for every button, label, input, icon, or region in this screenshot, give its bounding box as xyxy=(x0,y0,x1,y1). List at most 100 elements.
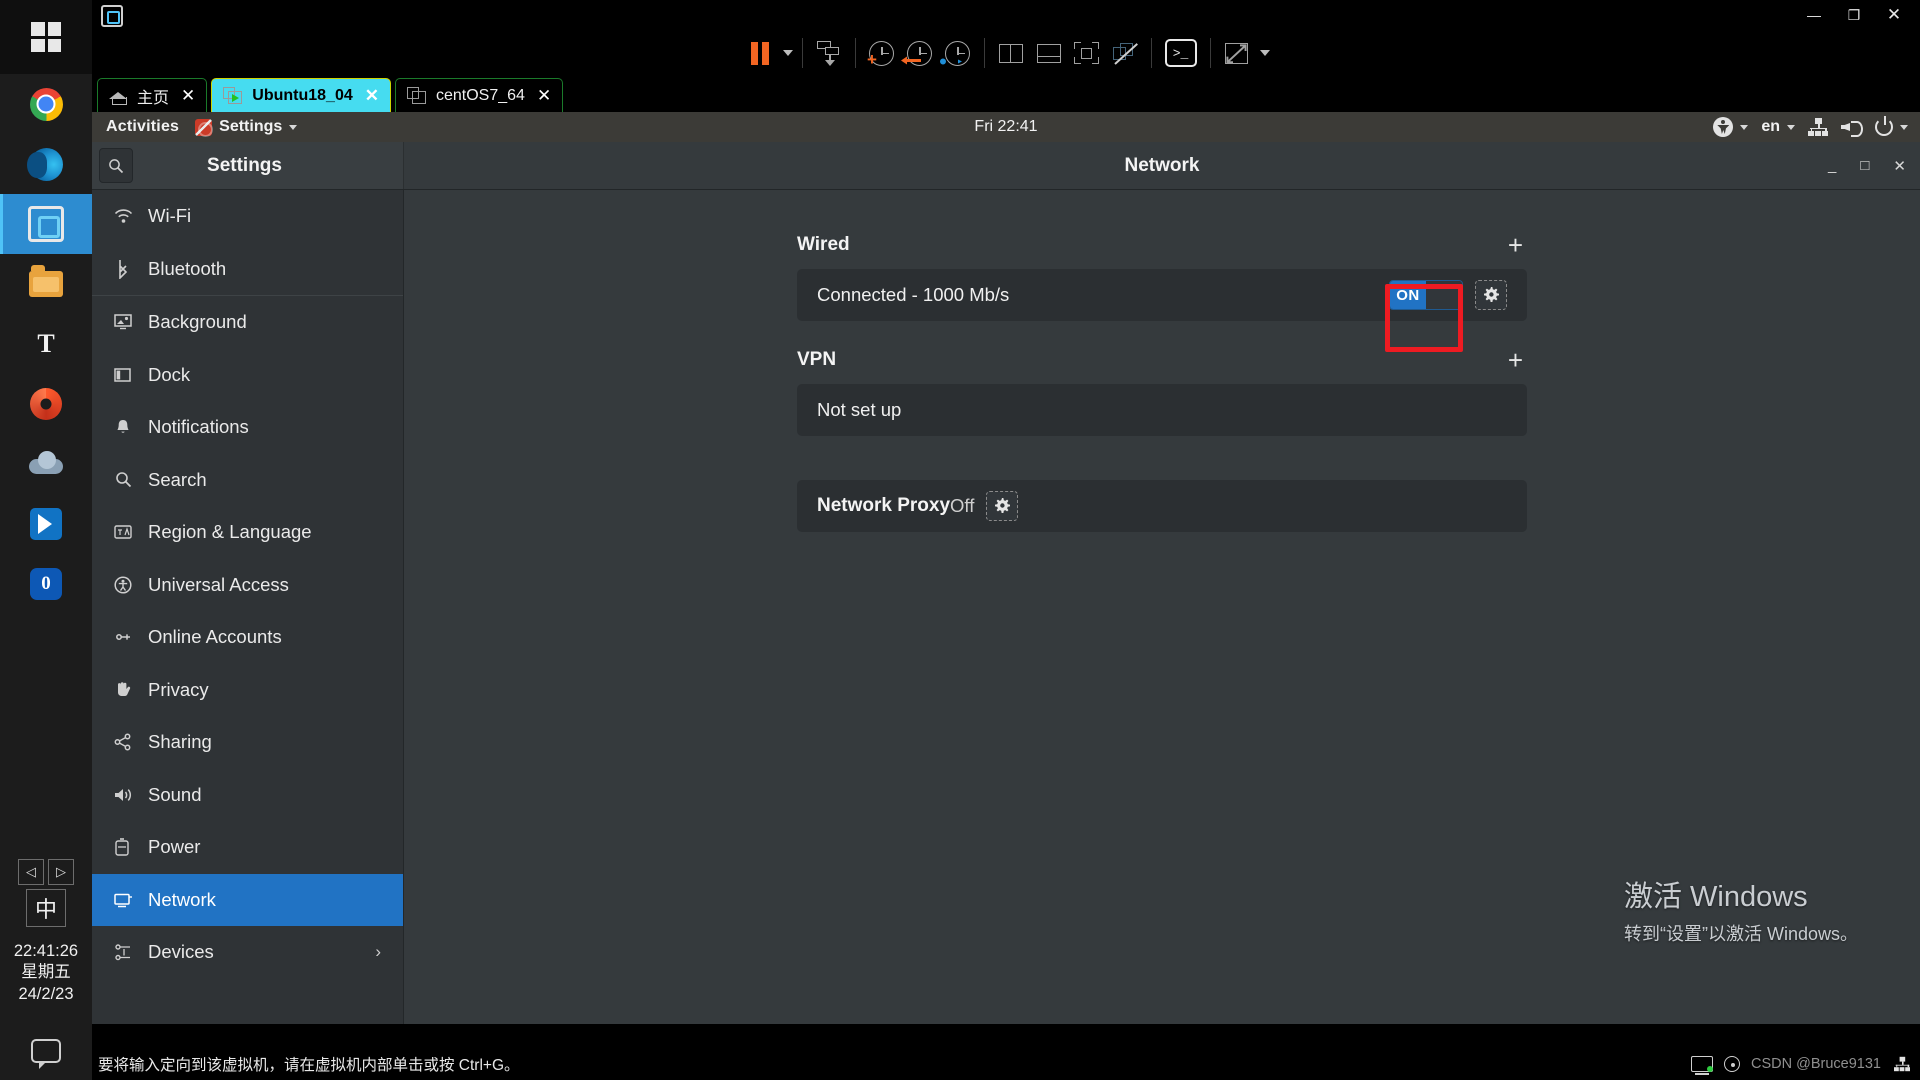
wired-settings-button[interactable] xyxy=(1475,280,1507,310)
taskbar-item-navicat[interactable] xyxy=(0,374,92,434)
settings-maximize-button[interactable]: □ xyxy=(1860,157,1869,174)
vmware-window-controls: — ❐ ✕ xyxy=(1794,0,1914,30)
sidebar-item-background[interactable]: Background xyxy=(92,296,403,349)
keyboard-chevron-down-icon xyxy=(1787,125,1795,130)
sound-icon xyxy=(113,787,133,803)
snapshot-button[interactable] xyxy=(812,37,846,69)
revert-snapshot-button[interactable] xyxy=(903,37,937,69)
show-sidebar-button[interactable] xyxy=(994,37,1028,69)
sidebar-item-universal-access[interactable]: Universal Access xyxy=(92,559,403,612)
sidebar-item-bluetooth[interactable]: Bluetooth xyxy=(92,243,403,296)
tab-centos-close-icon[interactable]: ✕ xyxy=(537,86,551,106)
clock-revert-icon xyxy=(907,41,932,66)
suspend-caret-icon[interactable] xyxy=(783,50,793,56)
settings-panel-header: Network _ □ ✕ xyxy=(404,142,1920,189)
taskbar-item-vmware[interactable] xyxy=(0,194,92,254)
console-view-button[interactable]: >_ xyxy=(1161,37,1201,69)
sidebar-item-network[interactable]: Network xyxy=(92,874,403,927)
unity-mode-button[interactable] xyxy=(1108,37,1142,69)
vmware-minimize-button[interactable]: — xyxy=(1794,0,1834,30)
show-thumbnails-button[interactable] xyxy=(1032,37,1066,69)
taskbar-item-media-player[interactable] xyxy=(0,494,92,554)
sidebar-item-dock[interactable]: Dock xyxy=(92,349,403,402)
sidebar-item-label: Online Accounts xyxy=(148,626,282,648)
sidebar-item-region-language[interactable]: Region & Language xyxy=(92,506,403,559)
sidebar-item-wifi[interactable]: Wi-Fi xyxy=(92,190,403,243)
status-monitor-icon[interactable] xyxy=(1691,1056,1713,1072)
sidebar-item-label: Search xyxy=(148,469,207,491)
taskbar-item-cloud[interactable] xyxy=(0,434,92,494)
wired-network-icon[interactable] xyxy=(1808,118,1828,136)
keyboard-layout-menu[interactable]: en xyxy=(1761,118,1795,136)
manage-snapshots-button[interactable] xyxy=(941,37,975,69)
network-panel: Wired + Connected - 1000 Mb/s ON xyxy=(404,190,1920,1024)
bell-icon xyxy=(113,419,133,436)
taskbar-item-edge[interactable] xyxy=(0,134,92,194)
stretch-caret-icon[interactable] xyxy=(1260,50,1270,56)
start-button[interactable] xyxy=(0,0,92,74)
sidebar-item-sharing[interactable]: Sharing xyxy=(92,716,403,769)
vmware-toolbar: + xyxy=(92,30,1920,76)
proxy-settings-button[interactable] xyxy=(986,491,1018,521)
activities-button[interactable]: Activities xyxy=(106,118,179,136)
status-connected-dot-icon xyxy=(1707,1066,1713,1072)
sidebar-item-privacy[interactable]: Privacy xyxy=(92,664,403,717)
taskbar-item-file-explorer[interactable] xyxy=(0,254,92,314)
taskbar-clock[interactable]: 22:41:26 星期五 24/2/23 xyxy=(14,941,78,1006)
vmware-close-button[interactable]: ✕ xyxy=(1874,0,1914,30)
accessibility-menu[interactable] xyxy=(1713,117,1748,137)
sidebar-item-sound[interactable]: Sound xyxy=(92,769,403,822)
suspend-button[interactable] xyxy=(743,37,777,69)
add-wired-button[interactable]: + xyxy=(1508,232,1527,258)
sidebar-item-notifications[interactable]: Notifications xyxy=(92,401,403,454)
file-explorer-icon xyxy=(29,271,63,297)
volume-icon[interactable] xyxy=(1841,118,1862,136)
gnome-clock[interactable]: Fri 22:41 xyxy=(974,118,1037,136)
devices-icon xyxy=(113,944,133,961)
vmware-status-credit: CSDN @Bruce9131 xyxy=(1751,1056,1881,1072)
sidebar-item-online-accounts[interactable]: Online Accounts xyxy=(92,611,403,664)
full-screen-corners-button[interactable] xyxy=(1070,37,1104,69)
status-network-icon[interactable] xyxy=(1894,1057,1910,1071)
app-menu-button[interactable]: Settings xyxy=(195,118,297,136)
stretch-guest-button[interactable] xyxy=(1220,37,1254,69)
taskbar-item-chrome[interactable] xyxy=(0,74,92,134)
sidebar-item-search[interactable]: Search xyxy=(92,454,403,507)
wired-toggle[interactable]: ON xyxy=(1389,280,1463,310)
vpn-section-title: VPN xyxy=(797,349,836,371)
sharing-icon xyxy=(113,733,133,751)
clock-weekday: 星期五 xyxy=(14,962,78,984)
status-cdrom-icon[interactable] xyxy=(1724,1056,1740,1072)
network-proxy-title: Network Proxy xyxy=(817,495,950,517)
media-prev-button[interactable]: ◁ xyxy=(18,859,44,885)
vmware-app-icon xyxy=(101,5,123,27)
vpn-status-label: Not set up xyxy=(817,399,901,421)
vmware-icon xyxy=(28,206,64,242)
accessibility-icon xyxy=(113,576,133,594)
system-menu[interactable] xyxy=(1875,118,1908,136)
toolbar-group-power xyxy=(734,38,802,68)
vm-stopped-icon xyxy=(407,87,427,105)
tab-centos[interactable]: centOS7_64 ✕ xyxy=(395,78,563,112)
tab-home[interactable]: 主页 ✕ xyxy=(97,78,207,112)
search-button[interactable] xyxy=(99,148,133,183)
add-vpn-button[interactable]: + xyxy=(1508,347,1527,373)
tab-ubuntu[interactable]: Ubuntu18_04 ✕ xyxy=(211,78,391,112)
edge-icon xyxy=(30,148,63,181)
taskbar-item-chat[interactable] xyxy=(0,1022,92,1080)
wired-toggle-track xyxy=(1426,281,1462,309)
clock-time: 22:41:26 xyxy=(14,941,78,963)
ime-indicator[interactable]: 中 xyxy=(26,889,66,927)
tab-home-close-icon[interactable]: ✕ xyxy=(181,86,195,106)
tab-ubuntu-close-icon[interactable]: ✕ xyxy=(365,86,379,106)
vpn-row[interactable]: Not set up xyxy=(797,384,1527,436)
media-next-button[interactable]: ▷ xyxy=(48,859,74,885)
settings-close-button[interactable]: ✕ xyxy=(1893,157,1906,175)
sidebar-item-devices[interactable]: Devices › xyxy=(92,926,403,979)
take-snapshot-clock-button[interactable]: + xyxy=(865,37,899,69)
settings-minimize-button[interactable]: _ xyxy=(1828,157,1836,174)
taskbar-item-typora[interactable]: T xyxy=(0,314,92,374)
sidebar-item-power[interactable]: Power xyxy=(92,821,403,874)
vmware-maximize-button[interactable]: ❐ xyxy=(1834,0,1874,30)
taskbar-item-zero[interactable]: 0 xyxy=(0,554,92,614)
